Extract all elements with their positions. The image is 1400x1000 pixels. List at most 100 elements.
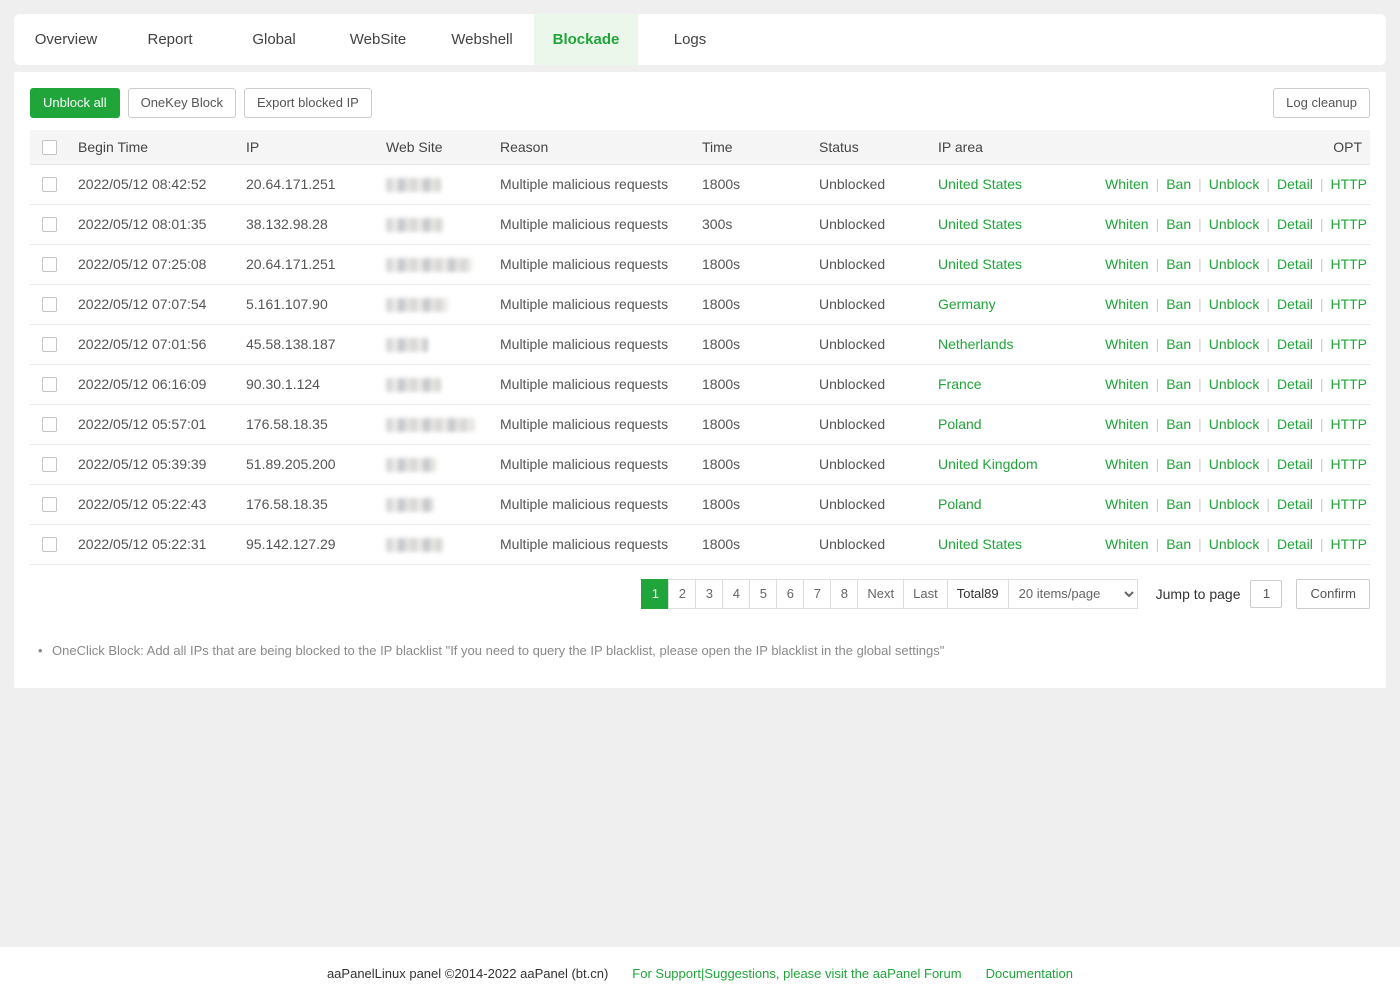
row-checkbox[interactable] (42, 177, 57, 192)
unblock-action-link[interactable]: Unblock (1209, 496, 1260, 512)
detail-action-link[interactable]: Detail (1277, 176, 1313, 192)
page-button-7[interactable]: 7 (803, 579, 831, 609)
cell-actions: Whiten|Ban|Unblock|Detail|HTTP (1097, 244, 1370, 284)
cell-time: 1800s (694, 484, 811, 524)
unblock-action-link[interactable]: Unblock (1209, 456, 1260, 472)
http-action-link[interactable]: HTTP (1330, 416, 1367, 432)
ban-action-link[interactable]: Ban (1166, 496, 1191, 512)
log-cleanup-button[interactable]: Log cleanup (1273, 88, 1370, 118)
row-checkbox[interactable] (42, 297, 57, 312)
page-button-6[interactable]: 6 (776, 579, 804, 609)
whiten-action-link[interactable]: Whiten (1105, 416, 1149, 432)
ban-action-link[interactable]: Ban (1166, 536, 1191, 552)
whiten-action-link[interactable]: Whiten (1105, 336, 1149, 352)
row-checkbox[interactable] (42, 217, 57, 232)
unblock-action-link[interactable]: Unblock (1209, 536, 1260, 552)
whiten-action-link[interactable]: Whiten (1105, 176, 1149, 192)
cell-ip-area: United States (930, 164, 1097, 204)
http-action-link[interactable]: HTTP (1330, 336, 1367, 352)
detail-action-link[interactable]: Detail (1277, 496, 1313, 512)
unblock-action-link[interactable]: Unblock (1209, 176, 1260, 192)
http-action-link[interactable]: HTTP (1330, 256, 1367, 272)
detail-action-link[interactable]: Detail (1277, 296, 1313, 312)
unblock-action-link[interactable]: Unblock (1209, 256, 1260, 272)
http-action-link[interactable]: HTTP (1330, 376, 1367, 392)
cell-status: Unblocked (811, 204, 930, 244)
unblock-action-link[interactable]: Unblock (1209, 416, 1260, 432)
ban-action-link[interactable]: Ban (1166, 296, 1191, 312)
row-checkbox[interactable] (42, 537, 57, 552)
unblock-action-link[interactable]: Unblock (1209, 296, 1260, 312)
whiten-action-link[interactable]: Whiten (1105, 296, 1149, 312)
whiten-action-link[interactable]: Whiten (1105, 376, 1149, 392)
page-button-5[interactable]: 5 (749, 579, 777, 609)
http-action-link[interactable]: HTTP (1330, 536, 1367, 552)
whiten-action-link[interactable]: Whiten (1105, 216, 1149, 232)
documentation-link[interactable]: Documentation (986, 966, 1073, 981)
pager-group: 12345678NextLastTotal8920 items/page (641, 579, 1137, 609)
ban-action-link[interactable]: Ban (1166, 176, 1191, 192)
tab-overview[interactable]: Overview (14, 14, 118, 65)
tab-report[interactable]: Report (118, 14, 222, 65)
ban-action-link[interactable]: Ban (1166, 416, 1191, 432)
cell-begin-time: 2022/05/12 05:22:31 (70, 524, 238, 564)
forum-link[interactable]: For Support|Suggestions, please visit th… (632, 966, 961, 981)
unblock-action-link[interactable]: Unblock (1209, 216, 1260, 232)
cell-ip: 45.58.138.187 (238, 324, 378, 364)
page-button-1[interactable]: 1 (641, 579, 669, 609)
row-checkbox[interactable] (42, 417, 57, 432)
items-per-page-select[interactable]: 20 items/page (1008, 579, 1138, 609)
detail-action-link[interactable]: Detail (1277, 216, 1313, 232)
row-checkbox[interactable] (42, 337, 57, 352)
detail-action-link[interactable]: Detail (1277, 456, 1313, 472)
action-separator: | (1156, 376, 1160, 392)
select-all-checkbox[interactable] (42, 140, 57, 155)
http-action-link[interactable]: HTTP (1330, 456, 1367, 472)
action-separator: | (1320, 536, 1324, 552)
page-button-3[interactable]: 3 (695, 579, 723, 609)
action-separator: | (1156, 496, 1160, 512)
row-checkbox[interactable] (42, 497, 57, 512)
cell-website-redacted (378, 524, 492, 564)
last-page-button[interactable]: Last (903, 579, 948, 609)
detail-action-link[interactable]: Detail (1277, 536, 1313, 552)
unblock-all-button[interactable]: Unblock all (30, 88, 120, 118)
cell-status: Unblocked (811, 364, 930, 404)
row-checkbox[interactable] (42, 377, 57, 392)
whiten-action-link[interactable]: Whiten (1105, 536, 1149, 552)
export-blocked-ip-button[interactable]: Export blocked IP (244, 88, 372, 118)
tab-website[interactable]: WebSite (326, 14, 430, 65)
row-checkbox[interactable] (42, 257, 57, 272)
unblock-action-link[interactable]: Unblock (1209, 376, 1260, 392)
ban-action-link[interactable]: Ban (1166, 256, 1191, 272)
http-action-link[interactable]: HTTP (1330, 176, 1367, 192)
tab-blockade[interactable]: Blockade (534, 14, 638, 65)
cell-actions: Whiten|Ban|Unblock|Detail|HTTP (1097, 444, 1370, 484)
whiten-action-link[interactable]: Whiten (1105, 496, 1149, 512)
ban-action-link[interactable]: Ban (1166, 336, 1191, 352)
row-checkbox[interactable] (42, 457, 57, 472)
confirm-button[interactable]: Confirm (1296, 579, 1370, 609)
tab-webshell[interactable]: Webshell (430, 14, 534, 65)
http-action-link[interactable]: HTTP (1330, 216, 1367, 232)
whiten-action-link[interactable]: Whiten (1105, 456, 1149, 472)
page-button-2[interactable]: 2 (668, 579, 696, 609)
ban-action-link[interactable]: Ban (1166, 216, 1191, 232)
http-action-link[interactable]: HTTP (1330, 296, 1367, 312)
page-button-4[interactable]: 4 (722, 579, 750, 609)
unblock-action-link[interactable]: Unblock (1209, 336, 1260, 352)
ban-action-link[interactable]: Ban (1166, 456, 1191, 472)
detail-action-link[interactable]: Detail (1277, 376, 1313, 392)
whiten-action-link[interactable]: Whiten (1105, 256, 1149, 272)
detail-action-link[interactable]: Detail (1277, 416, 1313, 432)
page-button-8[interactable]: 8 (830, 579, 858, 609)
onekey-block-button[interactable]: OneKey Block (128, 88, 236, 118)
next-page-button[interactable]: Next (857, 579, 904, 609)
ban-action-link[interactable]: Ban (1166, 376, 1191, 392)
detail-action-link[interactable]: Detail (1277, 256, 1313, 272)
tab-logs[interactable]: Logs (638, 14, 742, 65)
tab-global[interactable]: Global (222, 14, 326, 65)
detail-action-link[interactable]: Detail (1277, 336, 1313, 352)
jump-to-page-input[interactable] (1250, 580, 1282, 608)
http-action-link[interactable]: HTTP (1330, 496, 1367, 512)
